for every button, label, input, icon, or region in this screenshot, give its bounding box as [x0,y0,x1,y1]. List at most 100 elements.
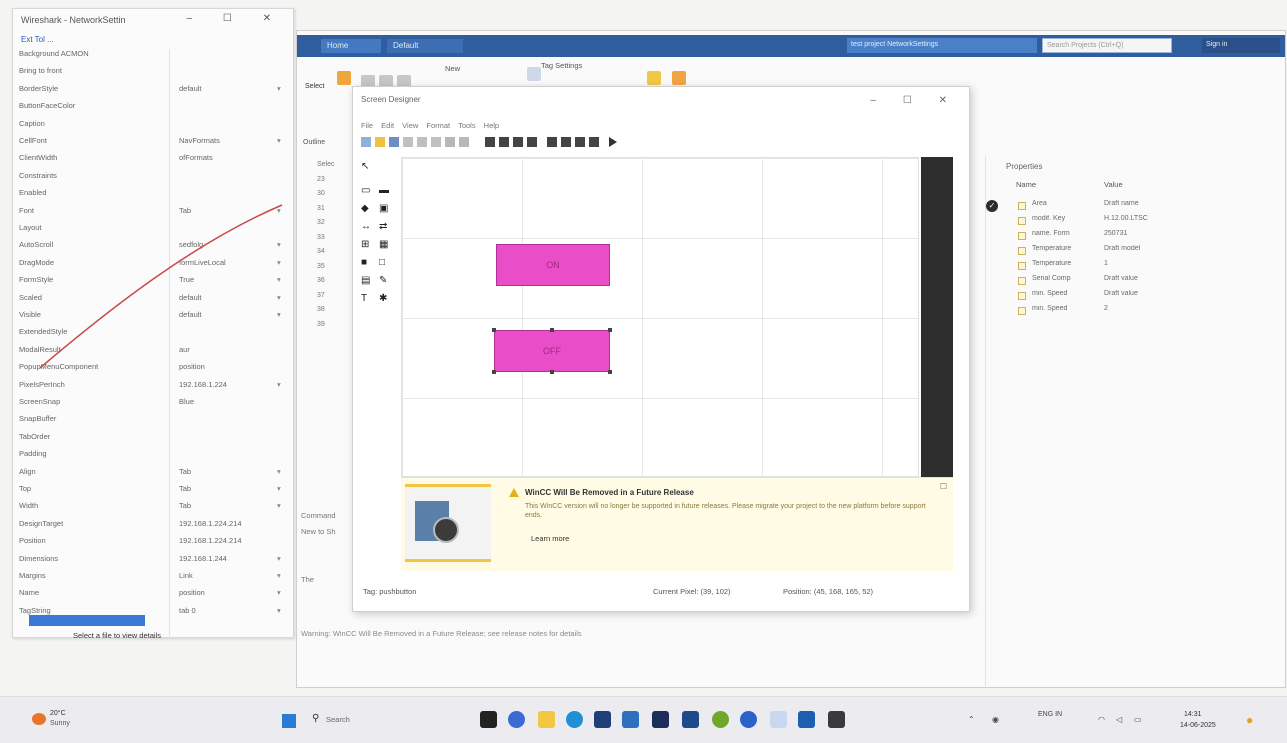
property-row[interactable]: Serial Comp Draft value [1016,275,1256,289]
outline-item[interactable]: 33 [317,234,325,241]
on-button[interactable]: ON [496,244,610,286]
pen-tool-icon[interactable]: ✎ [379,275,387,286]
property-checkbox[interactable] [1018,307,1026,315]
resize-handle[interactable] [550,370,554,374]
tree-row[interactable]: Align Tab ▾ [19,467,287,481]
property-value[interactable]: 2 [1104,305,1214,312]
outline-item[interactable]: 32 [317,219,325,226]
search-icon[interactable]: ⚲ [312,713,319,724]
new-icon[interactable] [361,137,371,147]
pointer-tool-icon[interactable]: ↖ [361,161,369,172]
property-checkbox[interactable] [1018,217,1026,225]
chevron-down-icon[interactable]: ▾ [277,484,281,493]
app-icon-8[interactable] [798,711,815,728]
tree-row[interactable]: SnapBuffer [19,414,287,428]
video-thumbnail[interactable] [405,484,491,562]
battery-icon[interactable]: ▭ [1134,715,1142,724]
run-icon[interactable] [609,137,617,147]
align-center-icon[interactable] [499,137,509,147]
outline-item[interactable]: 30 [317,190,325,197]
ribbon-new-label[interactable]: New [445,64,460,73]
ribbon-tag-settings-label[interactable]: Tag Settings [541,61,582,70]
text-tool-icon[interactable]: T [361,293,367,304]
app-icon-7[interactable] [770,711,787,728]
gauge-tool-icon[interactable]: ■ [361,257,367,268]
tree-row[interactable]: Padding [19,449,287,463]
property-row[interactable]: name. Form 250731 [1016,230,1256,244]
layers-icon[interactable] [589,137,599,147]
selected-row-highlight[interactable] [29,615,145,626]
symbol-tool-icon[interactable]: ✱ [379,293,387,304]
edge-icon[interactable] [566,711,583,728]
tree-row[interactable]: DesignTarget 192.168.1.224.214 [19,519,287,533]
arrow-tool-icon[interactable]: ⇄ [379,221,387,232]
shape-tool-icon[interactable]: ◆ [361,203,369,214]
weather-description[interactable]: Sunny [50,720,70,727]
start-icon[interactable] [282,714,296,728]
close-icon[interactable]: ☐ [940,482,947,491]
open-icon[interactable] [375,137,385,147]
property-value[interactable]: Draft name [1104,200,1214,207]
app-icon-9[interactable] [828,711,845,728]
outline-item[interactable]: 35 [317,263,325,270]
learn-more-link[interactable]: Learn more [531,534,569,543]
property-row[interactable]: min. Speed 2 [1016,305,1256,319]
property-row[interactable]: Area Draft name [1016,200,1256,214]
property-value[interactable]: 1 [1104,260,1214,267]
chart-tool-icon[interactable]: ▤ [361,275,370,286]
tree-row[interactable]: Name position ▾ [19,588,287,602]
app-icon-2[interactable] [622,711,639,728]
app-icon-1[interactable] [480,711,497,728]
redo-icon[interactable] [459,137,469,147]
property-value[interactable]: H.12.00.LTSC [1104,215,1214,222]
network-icon[interactable]: ◉ [992,715,999,724]
property-checkbox[interactable] [1018,262,1026,270]
image-tool-icon[interactable]: ▣ [379,203,388,214]
cut-icon[interactable] [403,137,413,147]
volume-icon[interactable]: ◁ [1116,715,1122,724]
resize-handle[interactable] [492,328,496,332]
property-checkbox[interactable] [1018,292,1026,300]
designer-menu-bar[interactable]: File Edit View Format Tools Help [361,121,499,130]
tab-default[interactable]: Default [387,39,463,53]
tree-row[interactable]: Position 192.168.1.224.214 [19,536,287,550]
designer-window-controls[interactable]: – ☐ ✕ [871,95,959,106]
weather-temperature[interactable]: 20°C [50,710,66,717]
property-value[interactable]: Draft model [1104,245,1214,252]
frame-tool-icon[interactable]: □ [379,257,385,268]
zoom-icon[interactable] [575,137,585,147]
chevron-down-icon[interactable]: ▾ [277,554,281,563]
outline-item[interactable]: 23 [317,176,325,183]
chevron-down-icon[interactable]: ▾ [277,588,281,597]
outline-item[interactable]: 39 [317,321,325,328]
align-top-icon[interactable] [527,137,537,147]
language-indicator[interactable]: ENG IN [1038,711,1062,718]
outline-item[interactable]: 36 [317,277,325,284]
tree-row-value[interactable]: 192.168.1.224.214 [179,519,269,528]
wifi-icon[interactable]: ◠ [1098,715,1105,724]
tree-row[interactable]: Dimensions 192.168.1.244 ▾ [19,554,287,568]
chevron-down-icon[interactable]: ▾ [277,467,281,476]
snap-icon[interactable] [561,137,571,147]
property-value[interactable]: Draft value [1104,290,1214,297]
line-tool-icon[interactable]: ↔ [361,221,371,232]
tag-settings-icon[interactable] [527,67,541,81]
select-tool-icon[interactable] [337,71,351,85]
chevron-down-icon[interactable]: ▾ [277,606,281,615]
tree-row-value[interactable]: Tab [179,467,269,476]
property-row[interactable]: Temperature 1 [1016,260,1256,274]
clock-time[interactable]: 14:31 [1184,711,1202,718]
tab-home[interactable]: Home [321,39,381,53]
app-icon-4[interactable] [682,711,699,728]
canvas-scrollbar[interactable] [921,157,953,477]
outline-item[interactable]: 38 [317,306,325,313]
chat-icon[interactable] [508,711,525,728]
clock-date[interactable]: 14-06-2025 [1180,722,1216,729]
label-tool-icon[interactable]: ▭ [361,185,370,196]
property-checkbox[interactable] [1018,247,1026,255]
file-explorer-icon[interactable] [538,711,555,728]
compile-icon[interactable] [672,71,686,85]
design-canvas[interactable]: ON OFF [401,157,919,477]
ribbon-select-label[interactable]: Select [305,83,324,90]
outline-item[interactable]: 34 [317,248,325,255]
